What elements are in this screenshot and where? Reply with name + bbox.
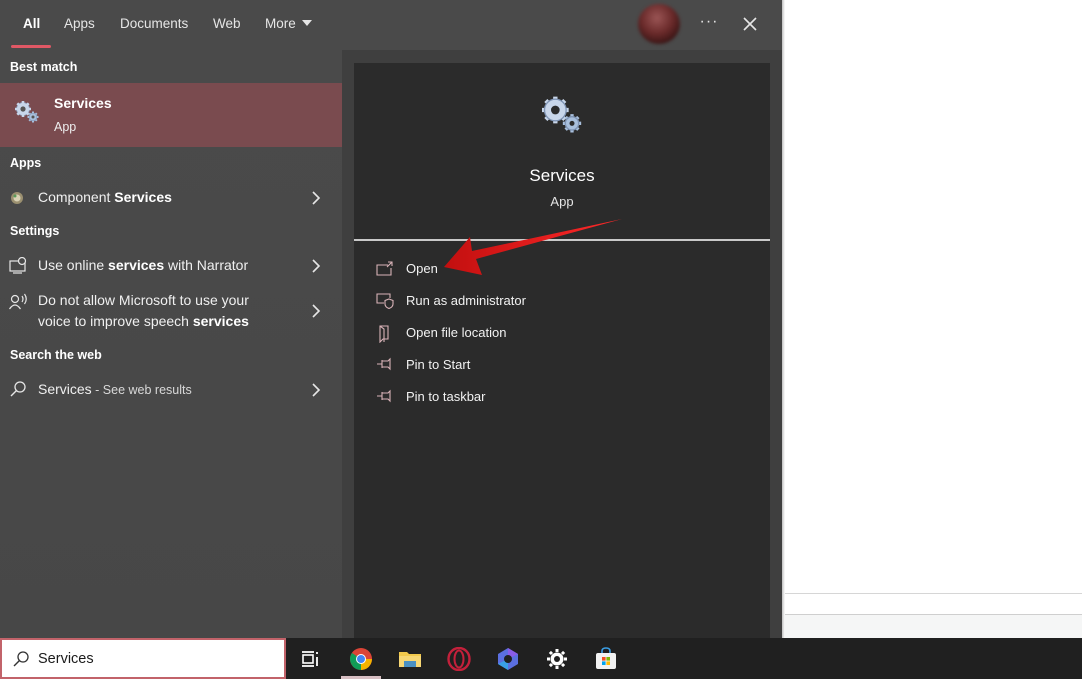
result-label: Services - See web results bbox=[38, 381, 192, 397]
detail-top-strip bbox=[354, 50, 770, 63]
action-pin-to-start[interactable]: Pin to Start bbox=[376, 355, 676, 377]
detail-divider bbox=[354, 239, 770, 241]
result-component-services[interactable]: Component Services bbox=[0, 186, 342, 210]
chevron-right-icon bbox=[312, 259, 321, 273]
admin-shield-icon bbox=[376, 293, 394, 309]
action-label: Pin to Start bbox=[406, 357, 471, 372]
microsoft-store-icon[interactable] bbox=[594, 647, 618, 671]
tab-web[interactable]: Web bbox=[213, 15, 241, 37]
best-match-subtitle: App bbox=[54, 120, 77, 134]
close-icon bbox=[743, 17, 757, 31]
file-explorer-icon[interactable] bbox=[398, 647, 422, 671]
chrome-icon[interactable] bbox=[349, 647, 373, 671]
open-icon bbox=[376, 261, 393, 276]
action-label: Run as administrator bbox=[406, 293, 526, 308]
detail-title: Services bbox=[529, 166, 595, 185]
action-label: Open bbox=[406, 261, 438, 276]
detail-subtitle: App bbox=[550, 194, 574, 209]
action-open[interactable]: Open bbox=[376, 259, 676, 281]
tab-all[interactable]: All bbox=[23, 15, 40, 37]
background-divider bbox=[785, 593, 1082, 594]
action-run-as-administrator[interactable]: Run as administrator bbox=[376, 291, 676, 313]
background-window bbox=[782, 0, 1082, 638]
gears-icon bbox=[540, 95, 584, 140]
task-view-icon[interactable] bbox=[299, 647, 323, 671]
tab-more-label: More bbox=[265, 16, 296, 31]
microsoft-365-icon[interactable] bbox=[496, 647, 520, 671]
column-gap bbox=[342, 50, 354, 638]
more-options-button[interactable]: ··· bbox=[697, 12, 721, 36]
action-label: Pin to taskbar bbox=[406, 389, 486, 404]
action-open-file-location[interactable]: Open file location bbox=[376, 323, 676, 345]
best-match-title: Services bbox=[54, 95, 112, 111]
chevron-right-icon bbox=[312, 191, 321, 205]
result-label: Do not allow Microsoft to use your voice … bbox=[38, 292, 249, 329]
detail-edge bbox=[770, 50, 782, 638]
taskbar-search-input[interactable]: Services bbox=[38, 651, 94, 667]
tab-more[interactable]: More bbox=[265, 15, 312, 37]
caret-down-icon bbox=[301, 20, 312, 27]
chevron-right-icon bbox=[312, 304, 321, 318]
search-icon bbox=[13, 651, 29, 667]
pin-icon bbox=[377, 389, 391, 403]
close-button[interactable] bbox=[738, 12, 762, 36]
active-tab-indicator bbox=[11, 45, 51, 48]
gears-icon bbox=[14, 100, 40, 129]
background-footer bbox=[785, 615, 1082, 638]
user-avatar[interactable] bbox=[638, 4, 680, 44]
component-services-icon bbox=[9, 190, 25, 211]
result-narrator-online-services[interactable]: Use online services with Narrator bbox=[0, 254, 342, 278]
action-label: Open file location bbox=[406, 325, 507, 340]
tab-apps[interactable]: Apps bbox=[64, 15, 95, 37]
result-label: Use online services with Narrator bbox=[38, 257, 249, 273]
section-apps: Apps bbox=[10, 156, 42, 170]
detail-pane bbox=[354, 63, 770, 638]
tab-documents[interactable]: Documents bbox=[120, 15, 188, 37]
speech-icon bbox=[9, 293, 29, 316]
result-label: Component Services bbox=[38, 189, 172, 205]
desktop: All Apps Documents Web More ··· Best mat… bbox=[0, 0, 1082, 679]
section-best-match: Best match bbox=[10, 60, 78, 74]
result-web-search[interactable]: Services - See web results bbox=[0, 378, 342, 402]
action-pin-to-taskbar[interactable]: Pin to taskbar bbox=[376, 387, 676, 409]
filter-tabs: All Apps Documents Web More ··· bbox=[0, 0, 782, 50]
settings-gear-icon[interactable] bbox=[545, 647, 569, 671]
search-icon bbox=[9, 380, 27, 403]
section-search-web: Search the web bbox=[10, 348, 102, 362]
chevron-right-icon bbox=[312, 383, 321, 397]
windows-search-panel: All Apps Documents Web More ··· Best mat… bbox=[0, 0, 785, 638]
pin-icon bbox=[377, 357, 391, 371]
opera-icon[interactable] bbox=[447, 647, 471, 671]
narrator-icon bbox=[9, 256, 29, 280]
file-location-icon bbox=[379, 325, 389, 343]
best-match-result[interactable]: Services App bbox=[0, 83, 342, 147]
taskbar-search-box[interactable]: Services bbox=[0, 638, 286, 679]
section-settings: Settings bbox=[10, 224, 60, 238]
result-speech-services[interactable]: Do not allow Microsoft to use your voice … bbox=[0, 290, 342, 334]
